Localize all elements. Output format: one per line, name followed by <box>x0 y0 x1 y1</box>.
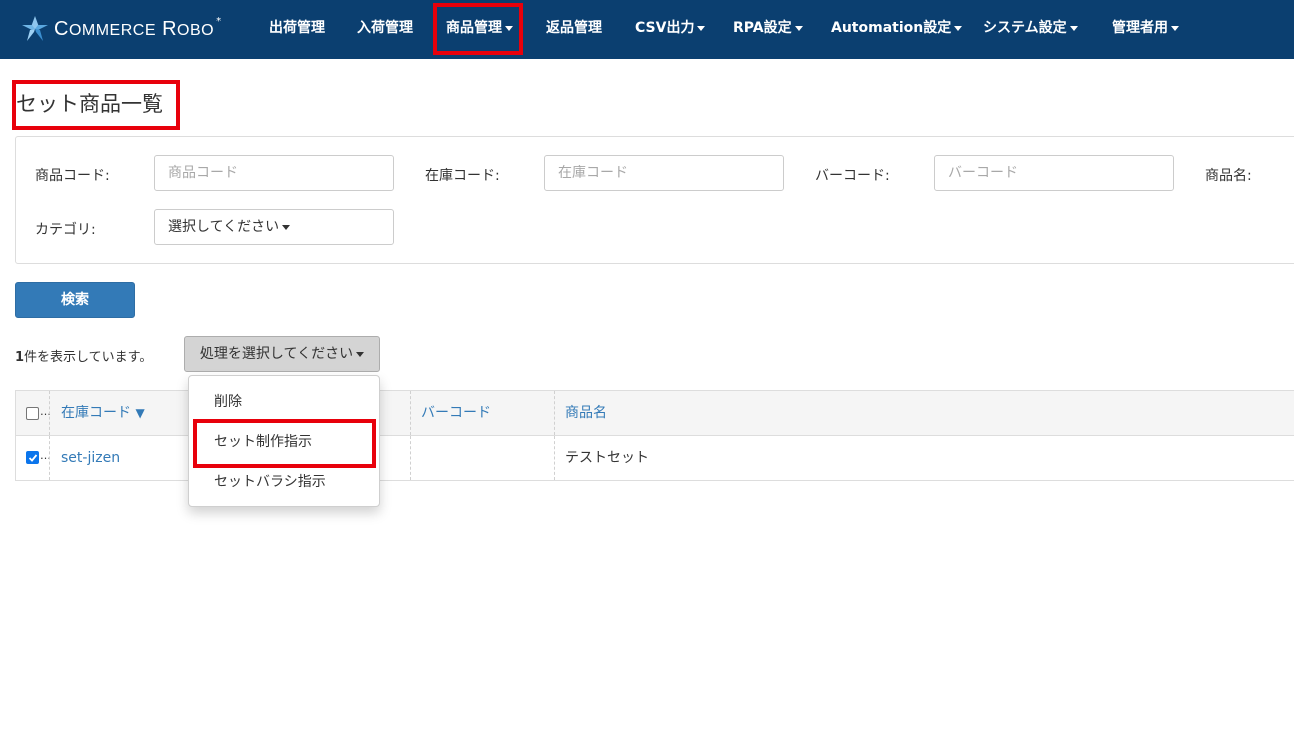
bulk-action-menu: 削除 セット制作指示 セットバラシ指示 <box>188 375 380 507</box>
menu-item-set-production[interactable]: セット制作指示 <box>189 422 379 462</box>
search-button[interactable]: 検索 <box>15 282 135 318</box>
row-product-name: テストセット <box>565 450 649 466</box>
logo-text: COMMERCE ROBO <box>54 17 215 40</box>
caret-down-icon <box>282 224 291 230</box>
product-code-label: 商品コード: <box>35 168 110 184</box>
brand-logo[interactable]: COMMERCE ROBO * <box>20 12 221 46</box>
row-stock-code-link[interactable]: set-jizen <box>61 436 120 480</box>
caret-down-icon <box>1069 25 1078 31</box>
row-checkbox[interactable] <box>26 451 39 464</box>
check-icon <box>28 454 38 462</box>
stock-code-input[interactable] <box>544 155 784 191</box>
logo-star: * <box>216 15 222 27</box>
top-navbar: COMMERCE ROBO * 出荷管理 入荷管理 商品管理 返品管理 CSV出… <box>0 0 1294 59</box>
logo-mark-icon <box>22 16 48 41</box>
caret-down-icon <box>1171 25 1179 31</box>
menu-item-set-disassembly[interactable]: セットバラシ指示 <box>189 462 379 502</box>
caret-down-icon <box>794 25 803 31</box>
nav-item-rpa-settings[interactable]: RPA設定 <box>733 0 803 59</box>
nav-item-system-settings[interactable]: システム設定 <box>983 0 1078 59</box>
stock-code-label: 在庫コード: <box>425 168 500 184</box>
caret-down-icon <box>505 25 513 31</box>
select-all-checkbox[interactable] <box>26 407 39 420</box>
caret-down-icon <box>954 25 963 31</box>
product-name-label: 商品名: <box>1205 168 1252 184</box>
nav-item-product-management[interactable]: 商品管理 <box>446 0 513 59</box>
column-header-stock-code[interactable]: 在庫コード ▼ <box>61 391 145 436</box>
column-header-product-name[interactable]: 商品名 <box>565 391 607 436</box>
menu-item-delete[interactable]: 削除 <box>189 382 379 422</box>
caret-down-icon <box>697 25 706 31</box>
nav-item-csv-export[interactable]: CSV出力 <box>635 0 706 59</box>
category-select[interactable]: 選択してください <box>154 209 394 245</box>
category-label: カテゴリ: <box>35 222 96 238</box>
sort-desc-icon: ▼ <box>135 406 145 420</box>
nav-item-admin[interactable]: 管理者用 <box>1112 0 1179 59</box>
barcode-label: バーコード: <box>815 168 890 184</box>
caret-down-icon <box>356 351 365 357</box>
barcode-input[interactable] <box>934 155 1174 191</box>
page-title: セット商品一覧 <box>16 92 163 116</box>
nav-item-shipping[interactable]: 出荷管理 <box>269 0 325 59</box>
result-count: 1件を表示しています。 <box>15 350 153 365</box>
nav-item-returns[interactable]: 返品管理 <box>546 0 602 59</box>
product-code-input[interactable] <box>154 155 394 191</box>
nav-item-automation-settings[interactable]: Automation設定 <box>831 0 963 59</box>
bulk-action-dropdown-button[interactable]: 処理を選択してください <box>184 336 380 372</box>
search-filter-panel: 商品コード: 在庫コード: バーコード: 商品名: カテゴリ: 選択してください <box>15 136 1294 264</box>
column-header-barcode[interactable]: バーコード <box>421 391 491 436</box>
nav-item-receiving[interactable]: 入荷管理 <box>357 0 413 59</box>
